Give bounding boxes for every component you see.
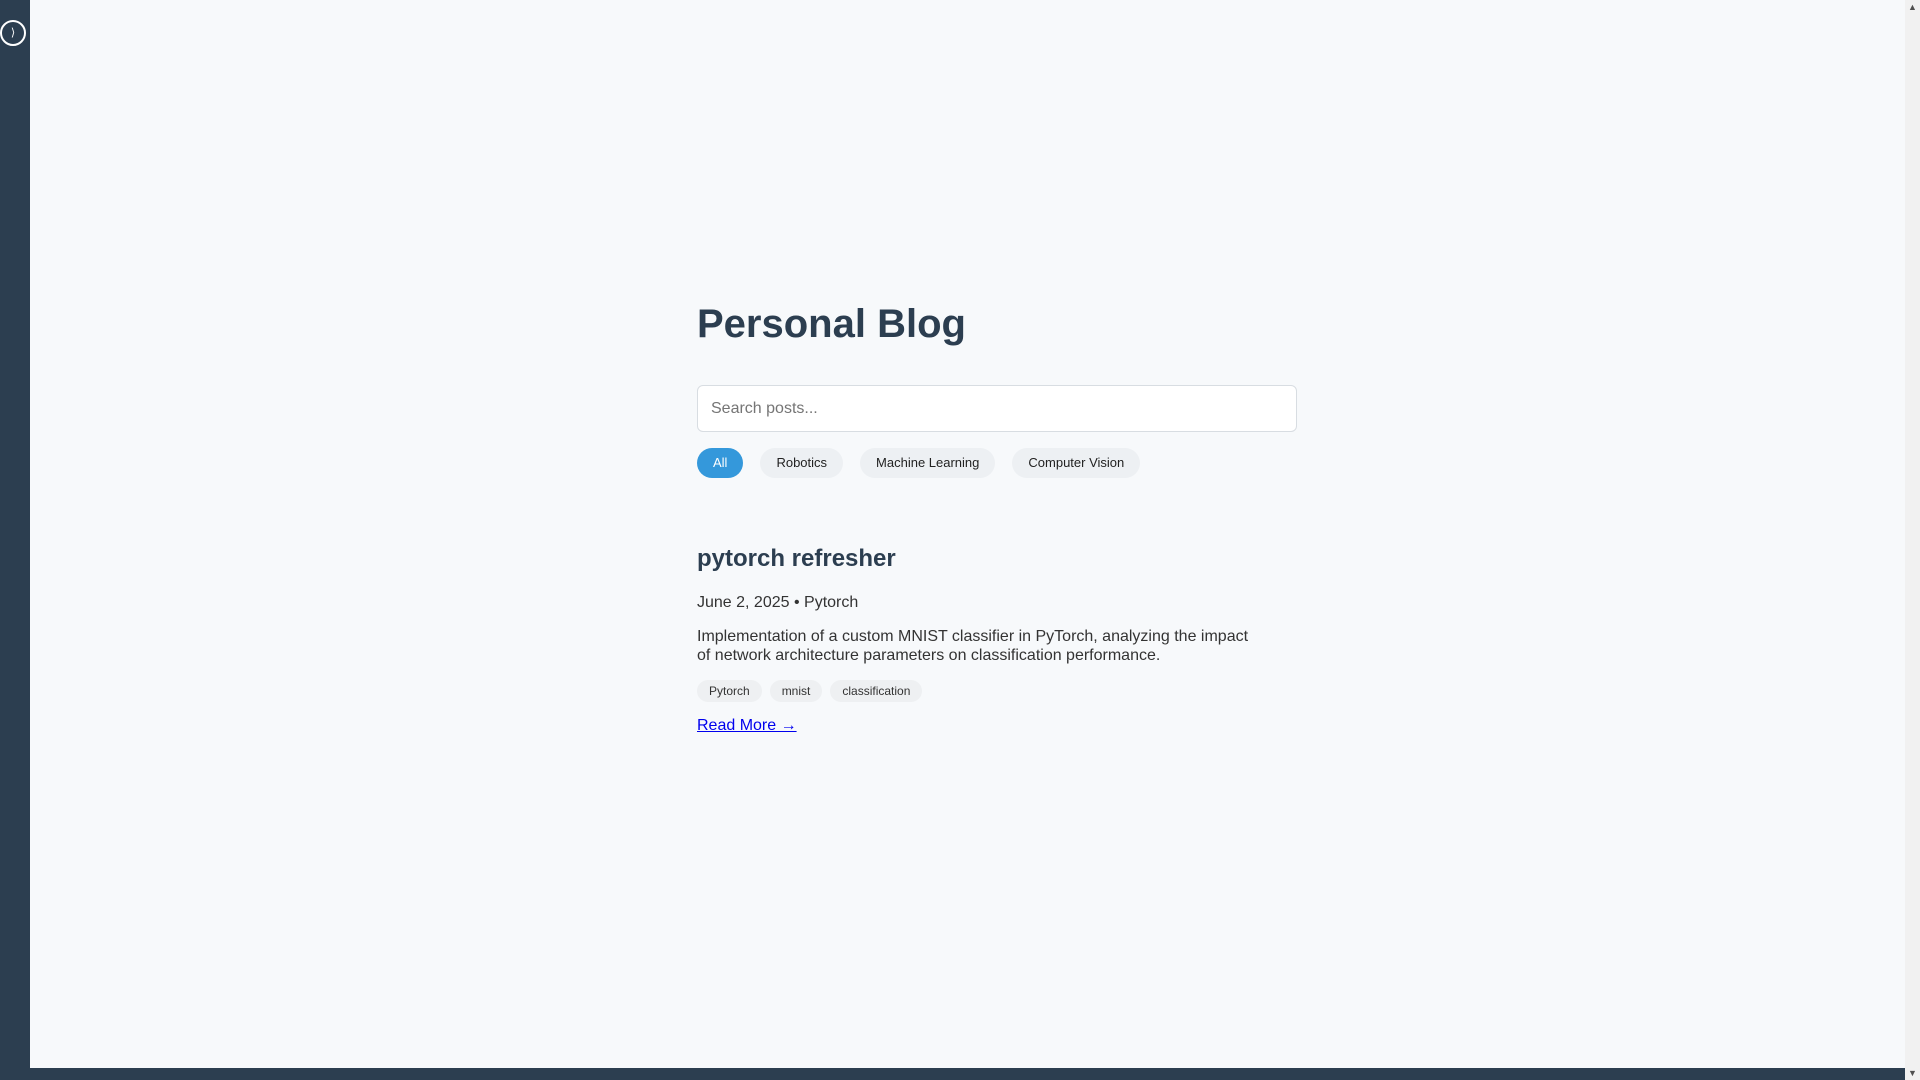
tag-pytorch: Pytorch [697,680,762,702]
post-title: pytorch refresher [697,545,896,572]
search-input[interactable] [697,385,1297,432]
filter-computer-vision[interactable]: Computer Vision [1012,448,1141,478]
scroll-down-arrow-icon[interactable]: ▼ [1905,1066,1920,1080]
read-more-link[interactable]: Read More → [697,717,797,735]
post-card: pytorch refresher June 2, 2025 • Pytorch… [697,545,1297,735]
category-filters: All Robotics Machine Learning Computer V… [697,448,1141,478]
filter-robotics[interactable]: Robotics [760,448,844,478]
tag-mnist: mnist [769,680,823,702]
post-meta: June 2, 2025 • Pytorch [697,594,859,611]
post-tags: Pytorch mnist classification [697,680,1297,702]
filter-machine-learning[interactable]: Machine Learning [860,448,996,478]
vertical-scrollbar[interactable] [1905,0,1920,1080]
page-title: Personal Blog [697,302,966,346]
main-content: Personal Blog All Robotics Machine Learn… [30,0,1905,1068]
filter-all[interactable]: All [697,448,744,478]
scroll-up-arrow-icon[interactable]: ▲ [1905,0,1920,14]
tag-classification: classification [830,680,923,702]
sidebar-toggle-icon[interactable]: ⟩ [0,20,26,46]
sidebar: ⟩ [0,0,30,1080]
post-excerpt: Implementation of a custom MNIST classif… [697,628,1249,664]
